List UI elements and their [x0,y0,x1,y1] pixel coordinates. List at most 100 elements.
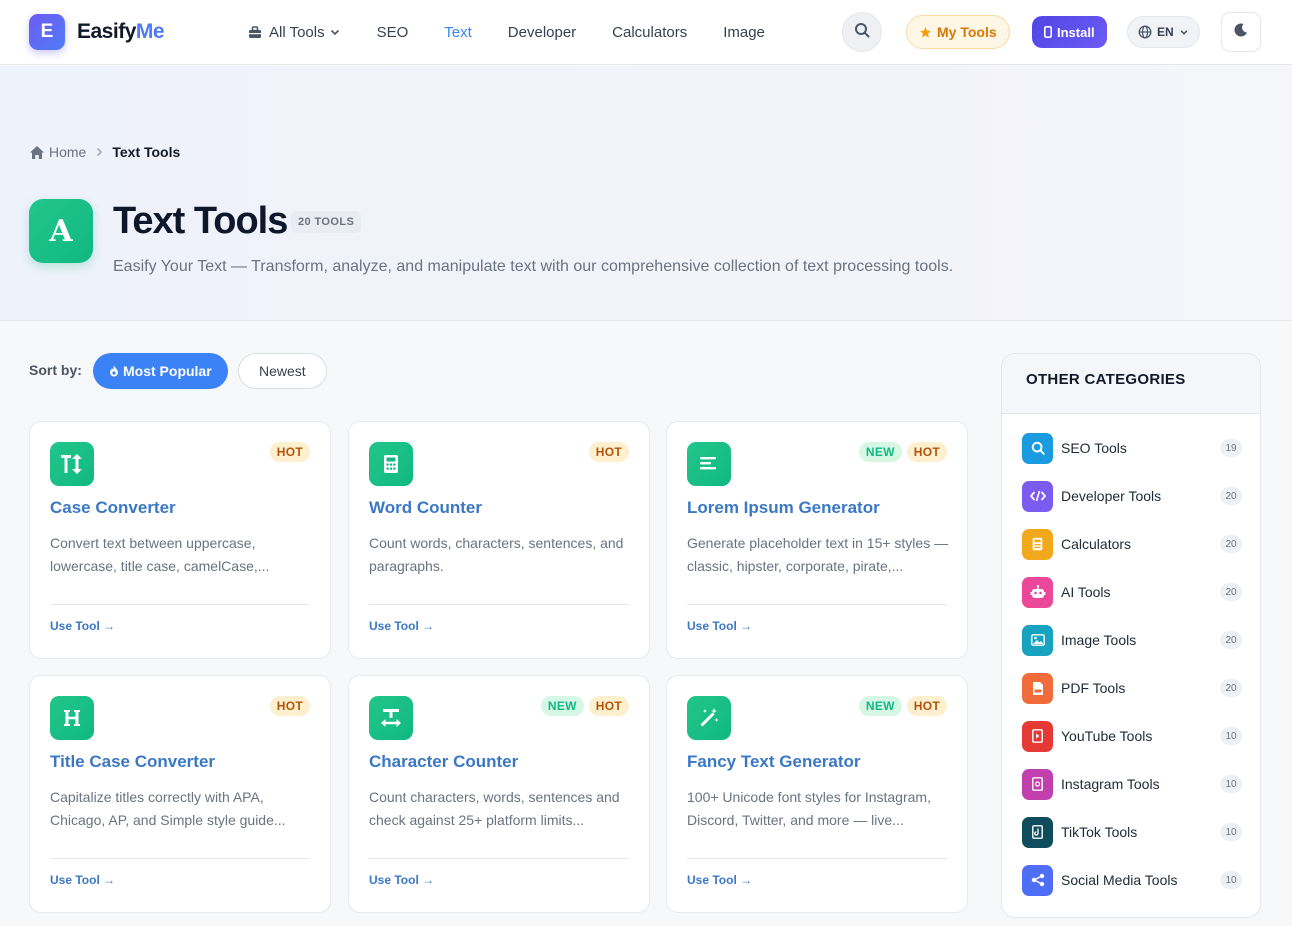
align-left-icon [687,442,731,486]
tool-card-title-case-converter[interactable]: HOT Title Case Converter Capitalize titl… [29,675,331,913]
card-divider [50,604,310,605]
hot-badge: HOT [588,696,629,716]
text-height-icon [50,442,94,486]
text-width-icon [369,696,413,740]
theme-toggle[interactable] [1221,12,1261,52]
new-badge: NEW [540,696,584,716]
nav-image[interactable]: Image [723,24,765,41]
tool-count-badge: 20 TOOLS [291,211,362,233]
chevron-down-icon [329,26,341,38]
use-tool-link[interactable]: Use Tool → [687,873,752,887]
hot-badge: HOT [906,696,947,716]
card-title[interactable]: Lorem Ipsum Generator [687,498,880,518]
youtube-icon [1022,720,1053,752]
install-button[interactable]: Install [1032,16,1107,48]
use-tool-link[interactable]: Use Tool → [687,619,752,633]
card-badges: NEW HOT [536,696,629,716]
tool-card-word-counter[interactable]: HOT Word Counter Count words, characters… [348,421,650,659]
install-label: Install [1057,24,1095,40]
card-divider [369,604,629,605]
logo-text: EasifyMe [77,20,165,44]
language-selector[interactable]: EN [1127,16,1200,48]
category-count: 10 [1220,775,1242,793]
breadcrumb-home[interactable]: Home [29,144,86,160]
sort-label: Sort by: [29,362,82,378]
category-youtube-tools[interactable]: YouTube Tools 10 [1022,720,1242,752]
category-tiktok-tools[interactable]: TikTok Tools 10 [1022,816,1242,848]
sort-most-popular-label: Most Popular [123,363,212,379]
logo-badge: E [29,14,65,50]
nav-calculators[interactable]: Calculators [612,24,687,41]
category-label: AI Tools [1061,584,1111,600]
category-social-media-tools[interactable]: Social Media Tools 10 [1022,864,1242,896]
nav-all-tools[interactable]: All Tools [248,24,341,41]
category-instagram-tools[interactable]: Instagram Tools 10 [1022,768,1242,800]
tiktok-icon [1022,816,1053,848]
card-description: Count words, characters, sentences, and … [369,535,624,574]
category-label: TikTok Tools [1061,824,1138,840]
category-label: SEO Tools [1061,440,1127,456]
tool-card-fancy-text-generator[interactable]: NEW HOT Fancy Text Generator 100+ Unicod… [666,675,968,913]
other-categories-panel: OTHER CATEGORIES SEO Tools 19 Developer … [1001,353,1261,918]
nav-text[interactable]: Text [444,24,472,41]
other-categories-title: OTHER CATEGORIES [1002,354,1260,414]
card-title[interactable]: Fancy Text Generator [687,752,861,772]
logo[interactable]: E EasifyMe [29,14,165,50]
star-icon [919,26,932,39]
category-count: 10 [1220,871,1242,889]
nav-developer[interactable]: Developer [508,24,576,41]
my-tools-label: My Tools [937,24,997,40]
card-title[interactable]: Case Converter [50,498,176,518]
top-header: E EasifyMe All Tools SEO Text Developer … [0,0,1292,65]
card-title[interactable]: Title Case Converter [50,752,215,772]
code-icon [1022,480,1053,512]
category-pdf-tools[interactable]: PDF Tools 20 [1022,672,1242,704]
category-count: 20 [1220,487,1242,505]
category-count: 20 [1220,535,1242,553]
use-tool-link[interactable]: Use Tool → [369,873,434,887]
category-count: 10 [1220,823,1242,841]
category-developer-tools[interactable]: Developer Tools 20 [1022,480,1242,512]
my-tools-button[interactable]: My Tools [906,15,1010,49]
use-tool-link[interactable]: Use Tool → [369,619,434,633]
category-seo-tools[interactable]: SEO Tools 19 [1022,432,1242,464]
nav-seo[interactable]: SEO [377,24,409,41]
category-count: 20 [1220,631,1242,649]
main-nav: All Tools SEO Text Developer Calculators… [248,0,801,64]
tool-card-character-counter[interactable]: NEW HOT Character Counter Count characte… [348,675,650,913]
chevron-down-icon [1179,27,1189,37]
card-title[interactable]: Character Counter [369,752,518,772]
tool-card-case-converter[interactable]: HOT Case Converter Convert text between … [29,421,331,659]
card-badges: NEW HOT [854,696,947,716]
logo-accent: Me [135,20,165,43]
hot-badge: HOT [906,442,947,462]
category-calculators[interactable]: Calculators 20 [1022,528,1242,560]
new-badge: NEW [858,442,902,462]
sort-newest-button[interactable]: Newest [238,353,327,389]
card-description: Capitalize titles correctly with APA, Ch… [50,789,286,828]
search-button[interactable] [842,12,882,52]
card-description: Count characters, words, sentences and c… [369,789,620,828]
card-divider [687,604,947,605]
heading-icon [50,696,94,740]
category-count: 10 [1220,727,1242,745]
mobile-icon [1044,26,1052,38]
use-tool-link[interactable]: Use Tool → [50,873,115,887]
use-tool-link[interactable]: Use Tool → [50,619,115,633]
card-title[interactable]: Word Counter [369,498,482,518]
category-label: Instagram Tools [1061,776,1160,792]
category-ai-tools[interactable]: AI Tools 20 [1022,576,1242,608]
sort-most-popular-button[interactable]: Most Popular [93,353,228,389]
breadcrumb-current: Text Tools [112,144,181,160]
search-icon [1022,432,1053,464]
card-description: Generate placeholder text in 15+ styles … [687,535,949,574]
breadcrumb-home-label: Home [49,144,87,160]
card-description: 100+ Unicode font styles for Instagram, … [687,789,931,828]
hot-badge: HOT [269,696,310,716]
home-icon [29,145,45,160]
tool-card-lorem-ipsum-generator[interactable]: NEW HOT Lorem Ipsum Generator Generate p… [666,421,968,659]
category-image-tools[interactable]: Image Tools 20 [1022,624,1242,656]
share-icon [1022,864,1053,896]
chevron-right-icon [95,147,103,157]
card-badges: HOT [265,696,310,716]
